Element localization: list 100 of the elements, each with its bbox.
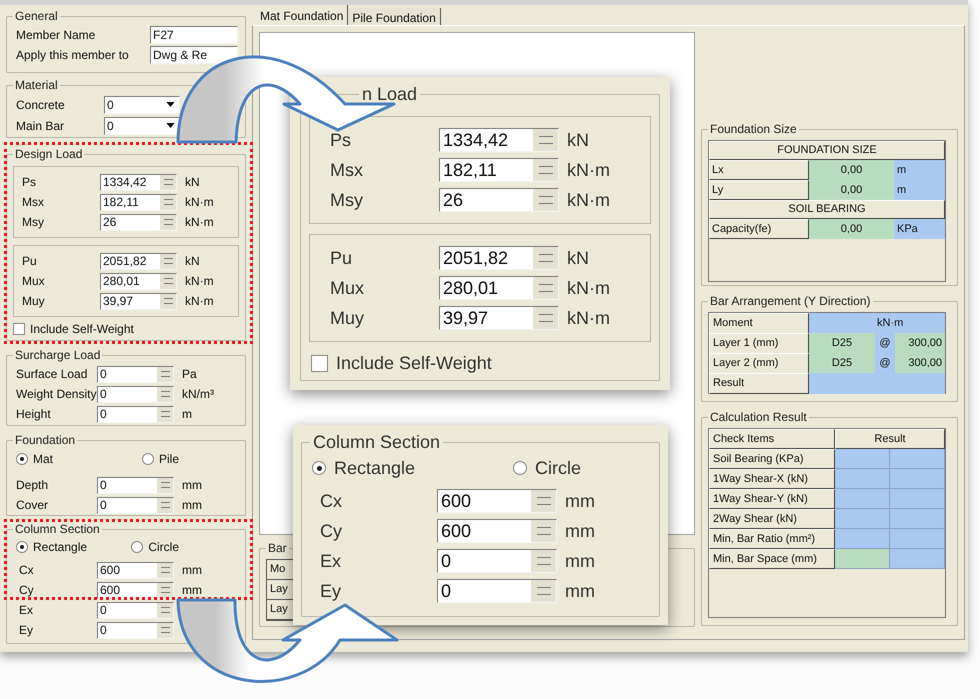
field-label: Muy	[21, 293, 46, 310]
tab[interactable]: Pile Foundation	[348, 8, 441, 25]
spin-buttons[interactable]	[531, 520, 556, 542]
field-label: Pu	[329, 246, 354, 270]
spin-buttons[interactable]	[533, 129, 558, 151]
spin-buttons[interactable]	[160, 254, 176, 268]
spin-buttons[interactable]	[160, 214, 176, 230]
spin-buttons[interactable]	[157, 602, 173, 618]
spin-field[interactable]: 182,11	[100, 194, 177, 210]
unit-label: kN	[185, 174, 200, 191]
spin-buttons[interactable]	[157, 622, 173, 638]
spin-field[interactable]: 600	[437, 489, 557, 513]
spin-field[interactable]: 0	[97, 622, 174, 638]
spin-field[interactable]: 26	[439, 188, 559, 212]
field-label: Ey	[319, 580, 342, 603]
text-field[interactable]: Dwg & Re	[150, 46, 238, 64]
field-label: Pu	[21, 253, 38, 270]
spin-buttons[interactable]	[157, 386, 173, 402]
spin-buttons[interactable]	[157, 478, 173, 492]
field-label: Mux	[329, 276, 366, 300]
spin-buttons[interactable]	[160, 274, 176, 288]
radio-button[interactable]	[142, 453, 154, 465]
column-header: Check Items	[709, 429, 835, 449]
spin-field[interactable]: 1334,42	[100, 174, 177, 190]
radio-button[interactable]	[16, 453, 28, 465]
dropdown[interactable]: 0	[104, 96, 180, 114]
field-label: Ex	[319, 550, 342, 572]
spin-field[interactable]: 0	[97, 406, 174, 422]
spin-buttons[interactable]	[531, 550, 556, 572]
radio-button[interactable]	[312, 461, 326, 475]
spin-field[interactable]: 280,01	[100, 272, 177, 290]
spin-field[interactable]: 600	[437, 519, 557, 543]
unit-label: kN·m	[185, 214, 214, 231]
group-title: Column Section	[14, 521, 101, 538]
row-header: Result	[709, 373, 809, 394]
spin-field[interactable]: 600	[97, 582, 174, 598]
table-cell: @	[875, 333, 895, 354]
spin-field[interactable]: 0	[437, 549, 557, 573]
spin-buttons[interactable]	[533, 247, 558, 269]
field-label: Depth	[15, 477, 50, 494]
field-label: Ps	[329, 128, 352, 152]
spin-field[interactable]: 39,97	[100, 292, 177, 310]
field-label: Msx	[21, 194, 45, 211]
spin-field[interactable]: 2051,82	[100, 252, 177, 270]
radio-button[interactable]	[16, 541, 28, 553]
spin-field[interactable]: 0	[437, 579, 557, 603]
dropdown[interactable]: 0	[104, 116, 180, 134]
field-label: Muy	[329, 306, 366, 330]
unit-label: kN	[567, 128, 589, 152]
unit-label: mm	[565, 580, 595, 602]
spin-buttons[interactable]	[160, 194, 176, 210]
unit-label: kN	[567, 246, 589, 270]
row-header: Soil Bearing (KPa)	[709, 449, 835, 469]
table-cell: m	[894, 180, 945, 200]
field-label: Ex	[18, 602, 34, 619]
spin-buttons[interactable]	[157, 498, 173, 512]
spin-field[interactable]: 182,11	[439, 158, 559, 182]
text-field[interactable]: F27	[150, 26, 238, 44]
spin-buttons[interactable]	[531, 490, 556, 512]
spin-buttons[interactable]	[160, 294, 176, 308]
spin-buttons[interactable]	[533, 159, 558, 181]
spin-field[interactable]: 26	[100, 214, 177, 230]
radio-button[interactable]	[131, 541, 144, 553]
field-label: Cover	[15, 497, 50, 514]
spin-buttons[interactable]	[157, 406, 173, 422]
group-title: Design Load	[14, 146, 84, 163]
field-label: Mux	[21, 273, 46, 290]
spin-buttons[interactable]	[533, 307, 558, 329]
unit-label: mm	[182, 582, 202, 599]
dropdown-arrow-icon[interactable]	[166, 123, 175, 128]
spin-buttons[interactable]	[160, 174, 176, 190]
spin-field[interactable]: 2051,82	[439, 246, 559, 270]
spin-field[interactable]: 0	[97, 476, 174, 494]
spin-field[interactable]: 39,97	[439, 306, 559, 330]
spin-buttons[interactable]	[157, 582, 173, 598]
spin-buttons[interactable]	[533, 277, 558, 299]
table-cell: m	[894, 160, 945, 180]
field-label: Msy	[329, 188, 364, 212]
spin-field[interactable]: 600	[97, 562, 174, 578]
field-label: Weight Density	[15, 386, 97, 403]
table-cell: @	[875, 353, 895, 374]
spin-field[interactable]: 0	[97, 602, 174, 618]
radio-button[interactable]	[512, 461, 527, 475]
tab[interactable]: Mat Foundation	[256, 5, 348, 25]
spin-buttons[interactable]	[533, 189, 558, 211]
checkbox[interactable]	[13, 323, 25, 335]
spin-field[interactable]: 0	[97, 366, 174, 382]
dropdown-arrow-icon[interactable]	[166, 102, 175, 107]
radio-label: Circle	[534, 456, 581, 480]
spin-buttons[interactable]	[157, 366, 173, 382]
spin-field[interactable]: 0	[97, 386, 174, 402]
spin-buttons[interactable]	[531, 580, 556, 602]
checkbox[interactable]	[311, 355, 328, 372]
spin-field[interactable]: 280,01	[439, 276, 559, 300]
group-title: Material	[14, 77, 59, 94]
spin-buttons[interactable]	[157, 562, 173, 578]
spin-field[interactable]: 0	[97, 496, 174, 514]
row-header: 1Way Shear-X (kN)	[709, 469, 835, 489]
spin-field[interactable]: 1334,42	[439, 128, 559, 152]
table-cell: 300,00	[895, 333, 945, 354]
